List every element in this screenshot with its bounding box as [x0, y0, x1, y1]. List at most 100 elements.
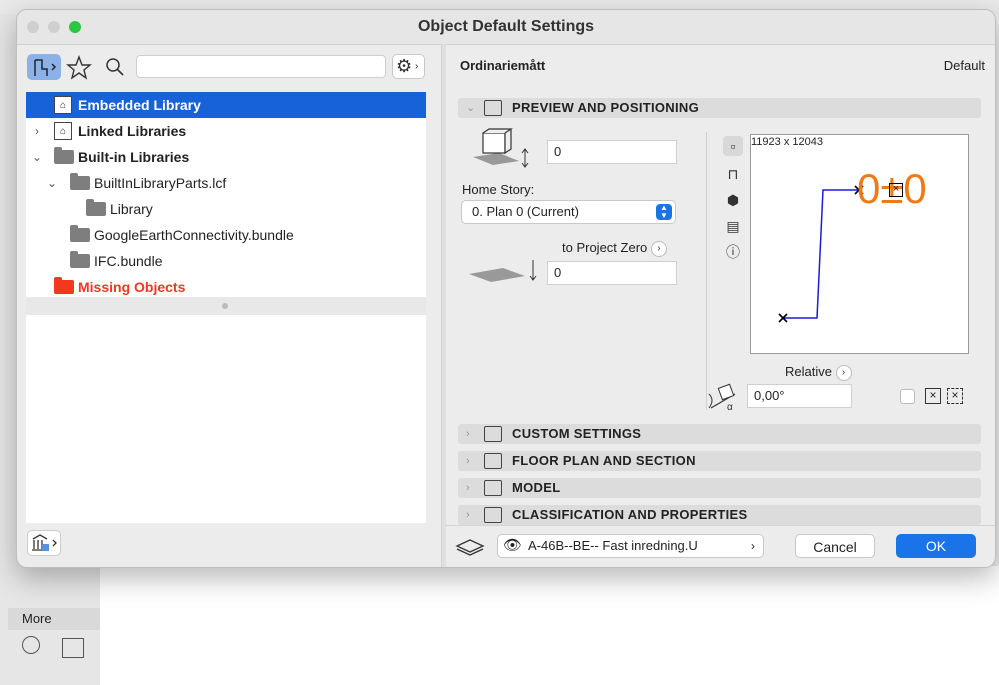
panel-splitter[interactable] — [441, 44, 446, 567]
preview-canvas: 11923 x 12043 0±0 × — [750, 134, 969, 354]
view-plan-button[interactable]: ▫ — [723, 136, 743, 156]
ok-button[interactable]: OK — [896, 534, 976, 558]
mirror-dashed-icon: × — [947, 388, 963, 404]
folder-icon — [86, 199, 106, 216]
tree-item-googleearth[interactable]: GoogleEarthConnectivity.bundle — [26, 222, 426, 248]
favorites-button[interactable] — [65, 54, 93, 80]
info-icon[interactable]: ⓘ — [723, 242, 743, 262]
object-height-field[interactable]: 0 — [547, 140, 677, 164]
folder-icon — [70, 225, 90, 242]
eye-icon: 👁 — [503, 537, 523, 554]
select-stepper-icon: ▲ ▼ — [656, 204, 672, 220]
library-manager-button[interactable] — [27, 530, 61, 556]
default-label: Default — [943, 58, 985, 73]
section-floor-plan-and-section[interactable]: › FLOOR PLAN AND SECTION — [458, 451, 981, 471]
tree-item-label: Linked Libraries — [78, 123, 187, 139]
chevron-right-icon: › — [466, 428, 470, 440]
search-icon — [106, 58, 124, 76]
library-settings-button[interactable]: ⚙ › — [392, 54, 425, 79]
tree-item-label: GoogleEarthConnectivity.bundle — [94, 227, 294, 243]
vertical-divider — [706, 132, 707, 410]
custom-settings-icon — [484, 426, 502, 442]
tree-item-label: BuiltInLibraryParts.lcf — [94, 175, 227, 191]
background-app-canvas — [100, 566, 999, 685]
splitter-handle[interactable] — [222, 303, 228, 309]
tree-item-linked-libraries[interactable]: › ⌂ Linked Libraries — [26, 118, 426, 144]
star-icon — [66, 55, 92, 80]
section-label: PREVIEW AND POSITIONING — [512, 100, 699, 115]
section-preview-and-positioning[interactable]: ⌄ PREVIEW AND POSITIONING — [458, 98, 981, 118]
to-project-zero-label[interactable]: to Project Zero › — [562, 240, 667, 257]
tree-item-label: Embedded Library — [78, 97, 201, 113]
chevron-right-icon: › — [466, 509, 470, 521]
object-default-settings-dialog: Object Default Settings ⚙ › ⌂ Embedded L… — [16, 9, 996, 568]
chevron-down-icon[interactable]: ⌄ — [45, 170, 59, 196]
folder-icon — [70, 251, 90, 268]
more-tools-button[interactable]: More — [8, 608, 100, 630]
window-title: Object Default Settings — [417, 18, 595, 35]
title-bar: Object Default Settings — [17, 10, 995, 45]
view-3d-cube-icon[interactable]: ⬢ — [723, 190, 743, 210]
tree-item-builtinlibraryparts[interactable]: ⌄ BuiltInLibraryParts.lcf — [26, 170, 426, 196]
classification-document-icon — [484, 507, 502, 523]
chevron-right-icon: › — [466, 482, 470, 494]
library-manager-icon — [32, 534, 57, 551]
tree-item-label: IFC.bundle — [94, 253, 163, 269]
section-model[interactable]: › MODEL — [458, 478, 981, 498]
chevron-down-icon[interactable]: ⌄ — [30, 144, 44, 170]
section-label: FLOOR PLAN AND SECTION — [512, 453, 696, 468]
tree-item-label: Library — [110, 201, 153, 217]
origin-box-icon: × — [889, 183, 903, 197]
view-elevation-icon[interactable]: ⊓ — [723, 164, 743, 184]
object-list[interactable] — [26, 315, 426, 523]
home-story-value: 0. Plan 0 (Current) — [472, 204, 579, 219]
background-tool-icon[interactable] — [22, 636, 40, 654]
chevron-right-icon: › — [751, 539, 755, 553]
tree-item-embedded-library[interactable]: ⌂ Embedded Library — [26, 92, 426, 118]
folder-icon — [70, 173, 90, 190]
chevron-right-icon[interactable]: › — [835, 364, 852, 381]
model-cube-icon — [484, 480, 502, 496]
relative-label-text: Relative — [785, 364, 832, 379]
footer-divider — [445, 525, 995, 526]
rotation-angle-field[interactable]: 0,00° — [747, 384, 852, 408]
chevron-right-icon[interactable]: › — [30, 118, 44, 144]
section-label: CUSTOM SETTINGS — [512, 426, 642, 441]
library-building-icon: ⌂ — [54, 96, 72, 114]
project-zero-label-text: to Project Zero — [562, 240, 648, 255]
folder-icon — [54, 147, 74, 164]
chevron-right-icon: › — [415, 61, 419, 72]
tree-item-label: Built-in Libraries — [78, 149, 190, 165]
background-tool-icon[interactable] — [62, 638, 84, 658]
library-tree[interactable]: ⌂ Embedded Library › ⌂ Linked Libraries … — [26, 92, 426, 297]
gear-icon: ⚙ — [396, 56, 413, 76]
layer-select[interactable]: 👁 A-46B--BE-- Fast inredning.U › — [497, 534, 764, 558]
section-label: CLASSIFICATION AND PROPERTIES — [512, 507, 748, 522]
mirror-icon: × — [925, 388, 941, 404]
relative-label[interactable]: Relative › — [785, 364, 852, 381]
layer-icon — [455, 539, 485, 556]
library-browser-button[interactable] — [27, 54, 61, 80]
object-height-icon — [473, 128, 529, 168]
tree-item-built-in-libraries[interactable]: ⌄ Built-in Libraries — [26, 144, 426, 170]
home-story-select[interactable]: 0. Plan 0 (Current) ▲ ▼ — [461, 200, 676, 224]
view-film-icon[interactable]: ▤ — [723, 216, 743, 236]
search-button[interactable] — [101, 54, 129, 80]
chair-icon — [34, 59, 57, 76]
section-classification-and-properties[interactable]: › CLASSIFICATION AND PROPERTIES — [458, 505, 981, 525]
elevation-icon — [469, 260, 537, 282]
mirror-checkbox[interactable] — [900, 389, 915, 404]
layer-value: A-46B--BE-- Fast inredning.U — [528, 538, 698, 553]
project-zero-field[interactable]: 0 — [547, 261, 677, 285]
library-building-icon: ⌂ — [54, 122, 72, 140]
pane-splitter[interactable] — [26, 297, 426, 315]
search-input[interactable] — [136, 55, 386, 78]
floor-plan-icon — [484, 453, 502, 469]
section-custom-settings[interactable]: › CUSTOM SETTINGS — [458, 424, 981, 444]
cancel-button[interactable]: Cancel — [795, 534, 875, 558]
tree-item-ifc-bundle[interactable]: IFC.bundle — [26, 248, 426, 274]
rotation-angle-icon: α — [708, 383, 736, 412]
tree-item-library[interactable]: Library — [26, 196, 426, 222]
folder-icon — [54, 277, 74, 294]
chevron-right-icon[interactable]: › — [650, 240, 667, 257]
